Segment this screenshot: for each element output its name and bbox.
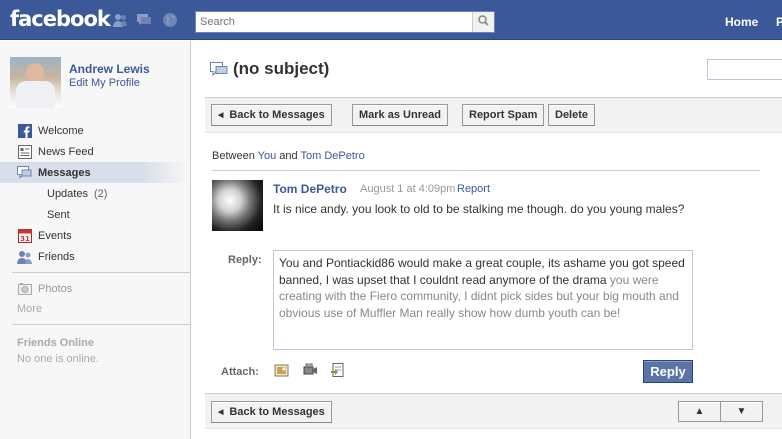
sidebar-item-label: Messages: [38, 166, 91, 179]
notifications-globe-icon[interactable]: [162, 12, 178, 28]
previous-message-button[interactable]: ▲: [678, 401, 721, 422]
left-column: Andrew Lewis Edit My Profile Welcome New…: [0, 41, 191, 439]
messages-jewel-icon[interactable]: [136, 12, 152, 28]
message-timestamp: August 1 at 4:09pm: [360, 183, 456, 195]
sidebar-item-news-feed[interactable]: News Feed: [0, 141, 190, 162]
sidebar-subitem-label: Updates: [47, 187, 88, 200]
calendar-icon: 31: [17, 228, 32, 243]
facebook-logo[interactable]: facebook: [10, 7, 111, 31]
top-bar: facebook Home P: [0, 0, 782, 40]
left-arrow-icon: ◀: [218, 409, 224, 416]
search-icon: [478, 15, 489, 29]
friend-requests-icon[interactable]: [112, 12, 128, 28]
divider: [212, 170, 760, 171]
facebook-icon: [17, 123, 32, 138]
reply-button[interactable]: Reply: [643, 360, 693, 383]
back-to-messages-button[interactable]: ◀ Back to Messages: [211, 104, 332, 126]
message-subject-icon: [210, 60, 228, 78]
sidebar-item-label: Photos: [38, 282, 73, 295]
participant-link[interactable]: You: [258, 150, 277, 162]
search-button[interactable]: [472, 12, 494, 32]
photos-icon: [17, 281, 32, 296]
left-arrow-icon: ◀: [218, 112, 224, 119]
sidebar-item-label: Welcome: [38, 124, 84, 137]
sidebar-divider: [12, 324, 190, 325]
between-label: Between: [212, 150, 255, 162]
messages-icon: [17, 165, 32, 180]
sidebar-item-label: Events: [38, 229, 72, 242]
avatar[interactable]: [10, 57, 61, 108]
report-message-link[interactable]: Report: [457, 183, 490, 195]
sidebar-subitem-label: Sent: [47, 208, 70, 221]
mark-unread-button[interactable]: Mark as Unread: [352, 104, 448, 126]
link-icon[interactable]: [330, 362, 346, 378]
unread-count-badge: (2): [93, 187, 108, 200]
and-label: and: [279, 150, 298, 162]
sender-name-link[interactable]: Tom DePetro: [273, 182, 347, 196]
sidebar-item-label: Friends: [38, 250, 75, 263]
sidebar-item-welcome[interactable]: Welcome: [0, 120, 190, 141]
friends-online-status: No one is online.: [17, 353, 99, 365]
edit-profile-link[interactable]: Edit My Profile: [69, 77, 140, 89]
search-messages-field[interactable]: [707, 59, 782, 80]
video-icon[interactable]: [302, 362, 318, 378]
profile-link[interactable]: P: [776, 15, 782, 29]
delete-button[interactable]: Delete: [548, 104, 596, 126]
message-body: It is nice andy. you look to old to be s…: [273, 202, 685, 216]
friends-online-title: Friends Online: [17, 337, 95, 349]
sidebar-divider: [12, 272, 190, 273]
sidebar-subitem-updates[interactable]: Updates (2): [0, 183, 190, 204]
svg-text:31: 31: [20, 235, 30, 243]
thread-action-bar: ◀ Back to Messages Mark as Unread Report…: [205, 97, 782, 133]
sender-avatar[interactable]: [212, 180, 263, 231]
sidebar-subitem-sent[interactable]: Sent: [0, 204, 190, 225]
user-name-link[interactable]: Andrew Lewis: [69, 62, 150, 76]
bottom-action-bar: ◀ Back to Messages ▲ ▼: [205, 393, 782, 429]
photo-icon[interactable]: [274, 362, 290, 378]
button-label: Delete: [555, 109, 589, 121]
attach-label: Attach:: [221, 366, 259, 378]
search-input[interactable]: [196, 12, 466, 32]
sidebar-nav: Welcome News Feed Messages Updates (2) S…: [0, 120, 190, 330]
sidebar-item-friends[interactable]: Friends: [0, 246, 190, 267]
report-spam-button[interactable]: Report Spam: [462, 104, 545, 126]
sidebar-item-messages[interactable]: Messages: [0, 162, 190, 183]
button-label: Mark as Unread: [359, 109, 441, 121]
button-label: Back to Messages: [229, 406, 325, 418]
sidebar-item-photos[interactable]: Photos: [0, 278, 190, 299]
home-link[interactable]: Home: [725, 15, 758, 29]
friends-icon: [17, 249, 32, 264]
back-to-messages-button-bottom[interactable]: ◀ Back to Messages: [211, 401, 332, 423]
news-feed-icon: [17, 144, 32, 159]
thread-participants: Between You and Tom DePetro: [212, 150, 365, 162]
sidebar-item-label: News Feed: [38, 145, 94, 158]
button-label: Back to Messages: [229, 109, 325, 121]
next-message-button[interactable]: ▼: [720, 401, 763, 422]
button-label: Report Spam: [469, 109, 538, 121]
search-box: [195, 11, 495, 33]
reply-textarea[interactable]: You and Pontiackid86 would make a great …: [273, 250, 693, 350]
reply-label: Reply:: [228, 254, 262, 266]
participant-link[interactable]: Tom DePetro: [301, 150, 365, 162]
sidebar-more-link[interactable]: More: [0, 299, 190, 319]
down-arrow-icon: ▼: [736, 406, 747, 417]
up-arrow-icon: ▲: [694, 406, 705, 417]
page-title: (no subject): [233, 59, 330, 78]
sidebar-item-events[interactable]: 31 Events: [0, 225, 190, 246]
